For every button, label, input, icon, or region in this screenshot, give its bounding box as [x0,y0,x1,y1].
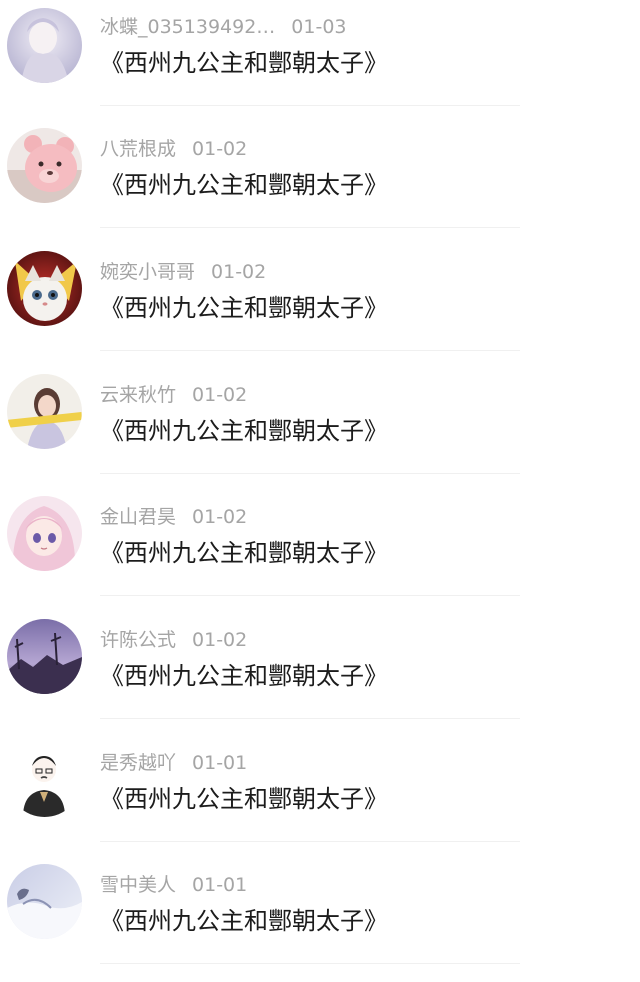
comment-row[interactable]: 冰蝶_035139492… 01-03 《西州九公主和酆朝太子》 [0,0,640,122]
comment-meta: 婉奕小哥哥 01-02 [100,259,266,285]
divider [100,227,520,228]
divider [100,595,520,596]
divider [100,473,520,474]
comment-meta: 云来秋竹 01-02 [100,382,247,408]
comment-date: 01-01 [192,874,248,896]
comment-text: 《西州九公主和酆朝太子》 [100,662,388,690]
comment-date: 01-02 [211,261,267,283]
comment-date: 01-02 [192,506,248,528]
comment-row[interactable]: 是秀越吖 01-01 《西州九公主和酆朝太子》 [0,736,640,858]
divider [100,105,520,106]
comment-date: 01-03 [291,16,347,38]
avatar-girl-light[interactable] [7,8,82,83]
username[interactable]: 八荒根成 [100,138,176,160]
comment-text: 《西州九公主和酆朝太子》 [100,171,388,199]
divider [100,350,520,351]
comment-text: 《西州九公主和酆朝太子》 [100,539,388,567]
username[interactable]: 雪中美人 [100,874,176,896]
comment-text: 《西州九公主和酆朝太子》 [100,417,388,445]
comment-text: 《西州九公主和酆朝太子》 [100,907,388,935]
avatar-snow-scene[interactable] [7,864,82,939]
avatar-purple-landscape[interactable] [7,619,82,694]
comment-row[interactable]: 八荒根成 01-02 《西州九公主和酆朝太子》 [0,122,640,244]
comment-row[interactable]: 金山君昊 01-02 《西州九公主和酆朝太子》 [0,490,640,612]
comment-meta: 冰蝶_035139492… 01-03 [100,14,347,40]
comment-meta: 雪中美人 01-01 [100,872,247,898]
comment-date: 01-01 [192,752,248,774]
comment-row[interactable]: 许陈公式 01-02 《西州九公主和酆朝太子》 [0,613,640,735]
comment-text: 《西州九公主和酆朝太子》 [100,294,388,322]
comment-meta: 八荒根成 01-02 [100,136,247,162]
comment-row[interactable]: 婉奕小哥哥 01-02 《西州九公主和酆朝太子》 [0,245,640,367]
comment-text: 《西州九公主和酆朝太子》 [100,49,388,77]
comment-date: 01-02 [192,629,248,651]
username[interactable]: 许陈公式 [100,629,176,651]
username[interactable]: 婉奕小哥哥 [100,261,195,283]
username[interactable]: 金山君昊 [100,506,176,528]
comment-meta: 许陈公式 01-02 [100,627,247,653]
username[interactable]: 是秀越吖 [100,752,176,774]
comment-row[interactable]: 云来秋竹 01-02 《西州九公主和酆朝太子》 [0,368,640,490]
avatar-man-drawing[interactable] [7,742,82,817]
username[interactable]: 云来秋竹 [100,384,176,406]
comment-list: 冰蝶_035139492… 01-03 《西州九公主和酆朝太子》 八荒根成 01-0… [0,0,640,982]
avatar-pink-bear[interactable] [7,128,82,203]
avatar-girl-photo[interactable] [7,374,82,449]
comment-text: 《西州九公主和酆朝太子》 [100,785,388,813]
divider [100,718,520,719]
avatar-anime-girl[interactable] [7,496,82,571]
divider [100,841,520,842]
comment-row[interactable]: 雪中美人 01-01 《西州九公主和酆朝太子》 [0,858,640,980]
comment-meta: 金山君昊 01-02 [100,504,247,530]
comment-date: 01-02 [192,384,248,406]
comment-date: 01-02 [192,138,248,160]
avatar-cat[interactable] [7,251,82,326]
comment-meta: 是秀越吖 01-01 [100,750,247,776]
divider [100,963,520,964]
username[interactable]: 冰蝶_035139492… [100,16,275,38]
